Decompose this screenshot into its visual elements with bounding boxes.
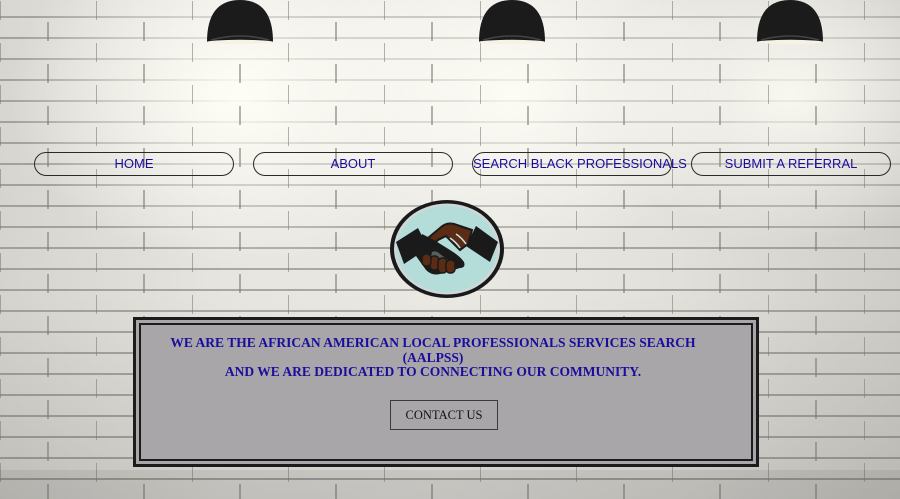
main-navigation: HOME ABOUT SEARCH BLACK PROFESSIONALS SU… bbox=[0, 152, 900, 176]
nav-search-black-professionals-button[interactable]: SEARCH BLACK PROFESSIONALS bbox=[472, 152, 687, 176]
nav-home-button[interactable]: HOME bbox=[34, 152, 234, 176]
intro-line-2: (AALPSS) bbox=[402, 349, 464, 365]
intro-panel: WE ARE THE AFRICAN AMERICAN LOCAL PROFES… bbox=[133, 317, 759, 467]
intro-text: WE ARE THE AFRICAN AMERICAN LOCAL PROFES… bbox=[136, 335, 756, 380]
ceiling-lamp-left bbox=[207, 0, 273, 44]
ceiling-lamp-center bbox=[479, 0, 545, 44]
contact-us-button[interactable]: CONTACT US bbox=[390, 400, 498, 430]
ceiling-lamp-right bbox=[757, 0, 823, 44]
nav-about-button[interactable]: ABOUT bbox=[253, 152, 453, 176]
intro-line-1: WE ARE THE AFRICAN AMERICAN LOCAL PROFES… bbox=[170, 335, 696, 350]
nav-submit-referral-button[interactable]: SUBMIT A REFERRAL bbox=[691, 152, 891, 176]
intro-line-3: AND WE ARE DEDICATED TO CONNECTING OUR C… bbox=[224, 364, 642, 379]
handshake-icon bbox=[390, 200, 504, 298]
